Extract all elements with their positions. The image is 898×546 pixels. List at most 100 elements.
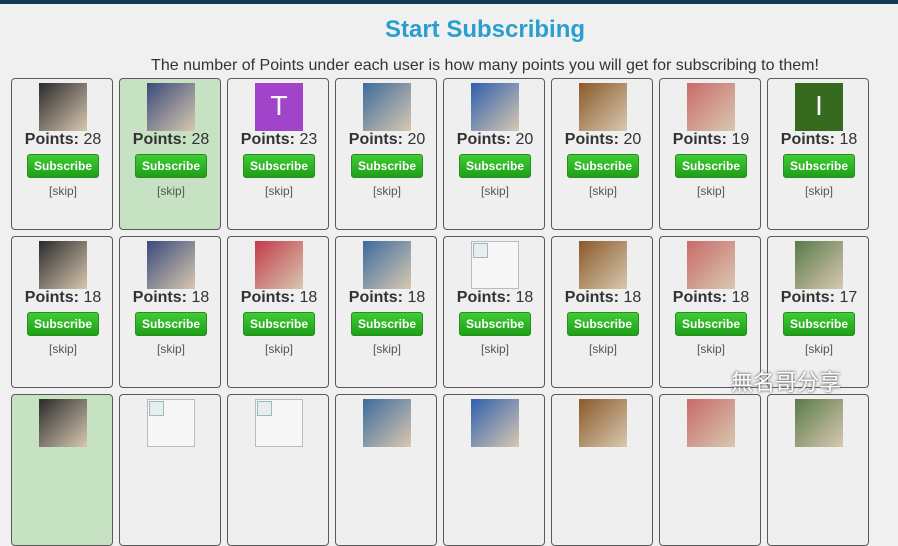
- user-avatar-photo[interactable]: [147, 83, 195, 131]
- user-avatar-photo[interactable]: [363, 241, 411, 289]
- user-card: Points: 18 Subscribe [skip]: [11, 236, 113, 388]
- points-value: 18: [839, 131, 858, 148]
- points-label: Points: 18: [336, 289, 438, 307]
- skip-link[interactable]: [skip]: [336, 184, 438, 198]
- broken-image-icon[interactable]: [255, 399, 303, 447]
- points-caption: Points:: [132, 289, 187, 306]
- user-card: I Points: 18 Subscribe [skip]: [767, 78, 869, 230]
- points-value: 18: [731, 289, 750, 306]
- watermark: 無名哥分享: [731, 370, 842, 395]
- user-avatar-photo[interactable]: [687, 83, 735, 131]
- user-card: Points: 18 Subscribe [skip]: [551, 236, 653, 388]
- user-avatar-letter[interactable]: I: [795, 83, 843, 131]
- user-card: T Points: 23 Subscribe [skip]: [227, 78, 329, 230]
- skip-link[interactable]: [skip]: [768, 184, 870, 198]
- points-value: 18: [299, 289, 318, 306]
- subscribe-button[interactable]: Subscribe: [27, 154, 99, 178]
- user-card: Points: 28 Subscribe [skip]: [11, 78, 113, 230]
- skip-link[interactable]: [skip]: [228, 342, 330, 356]
- points-value: 18: [83, 289, 102, 306]
- subscribe-button[interactable]: Subscribe: [567, 154, 639, 178]
- user-card: Points: 20 Subscribe [skip]: [335, 78, 437, 230]
- points-label: Points: 28: [12, 131, 114, 149]
- user-card: Points: 18 Subscribe [skip]: [119, 236, 221, 388]
- skip-link[interactable]: [skip]: [12, 342, 114, 356]
- points-value: 18: [623, 289, 642, 306]
- user-avatar-photo[interactable]: [687, 241, 735, 289]
- user-avatar-photo[interactable]: [471, 83, 519, 131]
- user-avatar-photo[interactable]: [363, 83, 411, 131]
- subscribe-button[interactable]: Subscribe: [459, 312, 531, 336]
- subscribe-button[interactable]: Subscribe: [243, 154, 315, 178]
- points-label: Points: 18: [660, 289, 762, 307]
- subscribe-button[interactable]: Subscribe: [783, 154, 855, 178]
- points-caption: Points:: [672, 289, 727, 306]
- subscribe-button[interactable]: Subscribe: [135, 154, 207, 178]
- subscribe-button[interactable]: Subscribe: [675, 312, 747, 336]
- user-avatar-photo[interactable]: [579, 241, 627, 289]
- points-caption: Points:: [780, 289, 835, 306]
- points-caption: Points:: [348, 131, 403, 148]
- skip-link[interactable]: [skip]: [552, 342, 654, 356]
- user-avatar-photo[interactable]: [39, 399, 87, 447]
- skip-link[interactable]: [skip]: [444, 342, 546, 356]
- skip-link[interactable]: [skip]: [120, 342, 222, 356]
- skip-link[interactable]: [skip]: [660, 184, 762, 198]
- points-caption: Points:: [132, 131, 187, 148]
- points-label: Points: 17: [768, 289, 870, 307]
- skip-link[interactable]: [skip]: [120, 184, 222, 198]
- skip-link[interactable]: [skip]: [444, 184, 546, 198]
- user-avatar-photo[interactable]: [795, 399, 843, 447]
- points-value: 20: [407, 131, 426, 148]
- skip-link[interactable]: [skip]: [552, 184, 654, 198]
- points-caption: Points:: [780, 131, 835, 148]
- subscribe-button[interactable]: Subscribe: [459, 154, 531, 178]
- broken-image-icon[interactable]: [147, 399, 195, 447]
- subscribe-button[interactable]: Subscribe: [351, 312, 423, 336]
- subscribe-button[interactable]: Subscribe: [783, 312, 855, 336]
- skip-link[interactable]: [skip]: [12, 184, 114, 198]
- points-caption: Points:: [564, 289, 619, 306]
- user-avatar-photo[interactable]: [363, 399, 411, 447]
- user-avatar-photo[interactable]: [795, 241, 843, 289]
- points-caption: Points:: [24, 131, 79, 148]
- user-avatar-photo[interactable]: [579, 83, 627, 131]
- points-caption: Points:: [24, 289, 79, 306]
- points-caption: Points:: [240, 131, 295, 148]
- points-value: 23: [299, 131, 318, 148]
- points-label: Points: 28: [120, 131, 222, 149]
- points-caption: Points:: [672, 131, 727, 148]
- subscribe-button[interactable]: Subscribe: [351, 154, 423, 178]
- user-avatar-photo[interactable]: [147, 241, 195, 289]
- user-card: Points: 20 Subscribe [skip]: [443, 78, 545, 230]
- points-value: 18: [407, 289, 426, 306]
- points-caption: Points:: [564, 131, 619, 148]
- user-card: Points: 19 Subscribe [skip]: [659, 78, 761, 230]
- points-value: 28: [83, 131, 102, 148]
- subscribe-button[interactable]: Subscribe: [135, 312, 207, 336]
- points-value: 18: [191, 289, 210, 306]
- user-card: Points: 28 Subscribe [skip]: [119, 78, 221, 230]
- points-caption: Points:: [240, 289, 295, 306]
- skip-link[interactable]: [skip]: [768, 342, 870, 356]
- user-avatar-photo[interactable]: [255, 241, 303, 289]
- user-avatar-photo[interactable]: [471, 399, 519, 447]
- skip-link[interactable]: [skip]: [660, 342, 762, 356]
- broken-image-icon[interactable]: [471, 241, 519, 289]
- points-value: 19: [731, 131, 750, 148]
- points-value: 28: [191, 131, 210, 148]
- user-avatar-letter[interactable]: T: [255, 83, 303, 131]
- subscribe-button[interactable]: Subscribe: [567, 312, 639, 336]
- user-avatar-photo[interactable]: [39, 241, 87, 289]
- skip-link[interactable]: [skip]: [336, 342, 438, 356]
- subscribe-button[interactable]: Subscribe: [675, 154, 747, 178]
- user-avatar-photo[interactable]: [687, 399, 735, 447]
- user-avatar-photo[interactable]: [39, 83, 87, 131]
- skip-link[interactable]: [skip]: [228, 184, 330, 198]
- points-label: Points: 18: [12, 289, 114, 307]
- points-value: 20: [623, 131, 642, 148]
- user-avatar-photo[interactable]: [579, 399, 627, 447]
- subscribe-button[interactable]: Subscribe: [243, 312, 315, 336]
- points-label: Points: 19: [660, 131, 762, 149]
- subscribe-button[interactable]: Subscribe: [27, 312, 99, 336]
